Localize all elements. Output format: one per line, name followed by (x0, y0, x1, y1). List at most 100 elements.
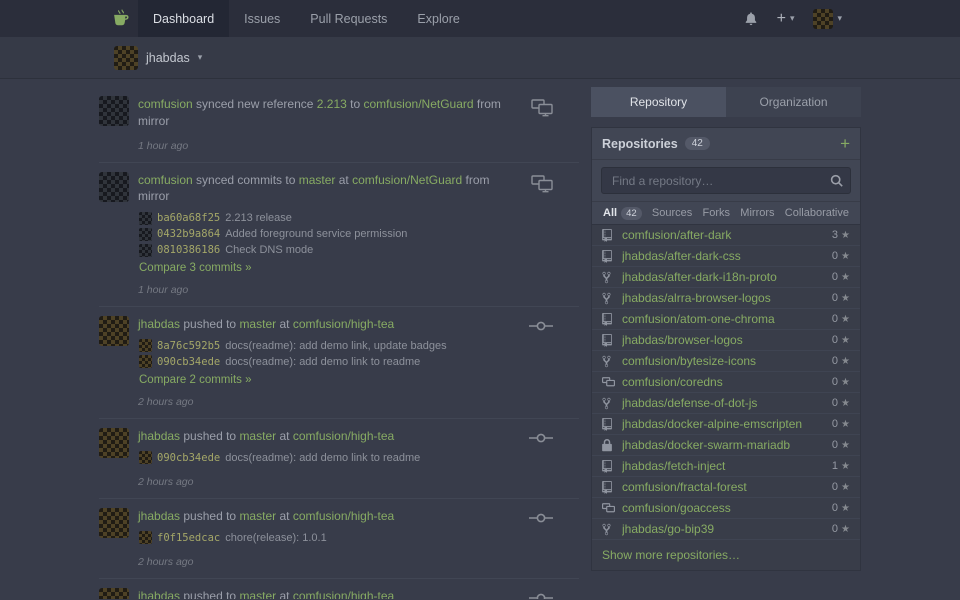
actor-link[interactable]: jhabdas (138, 429, 180, 443)
nav-item-issues[interactable]: Issues (229, 0, 295, 37)
gitea-logo-icon[interactable] (110, 0, 132, 37)
repo-row[interactable]: comfusion/coredns 0 ★ (592, 372, 860, 393)
repo-link[interactable]: comfusion/NetGuard (364, 97, 474, 111)
context-user-name[interactable]: jhabdas (146, 51, 190, 65)
commit-sha-link[interactable]: 090cb34ede (157, 356, 220, 368)
actor-link[interactable]: jhabdas (138, 589, 180, 599)
show-more-repositories-link[interactable]: Show more repositories… (592, 540, 860, 570)
compare-commits-link[interactable]: Compare 2 commits » (139, 374, 251, 386)
commit-line: 0432b9a864 Added foreground service perm… (139, 226, 523, 242)
commit-sha-link[interactable]: ba60a68f25 (157, 212, 220, 224)
repo-link[interactable]: jhabdas/go-bip39 (622, 522, 832, 536)
star-count: 0 (832, 502, 838, 514)
repo-link[interactable]: comfusion/NetGuard (352, 173, 462, 187)
tab-repository[interactable]: Repository (591, 87, 726, 117)
git-commit-icon (521, 508, 579, 568)
repo-link[interactable]: jhabdas/fetch-inject (622, 459, 832, 473)
repo-link[interactable]: comfusion/high-tea (293, 429, 394, 443)
repo-row[interactable]: jhabdas/after-dark-i18n-proto 0 ★ (592, 267, 860, 288)
repo-link[interactable]: jhabdas/after-dark-i18n-proto (622, 270, 832, 284)
repo-link[interactable]: jhabdas/after-dark-css (622, 249, 832, 263)
filter-collaborative[interactable]: Collaborative (785, 207, 849, 219)
actor-link[interactable]: jhabdas (138, 509, 180, 523)
actor-avatar (99, 316, 129, 346)
star-icon: ★ (841, 272, 850, 283)
filter-mirrors[interactable]: Mirrors (740, 207, 774, 219)
feed-item: jhabdas pushed to master at comfusion/hi… (99, 579, 579, 599)
fork-icon (602, 523, 617, 536)
repo-star-count: 0 ★ (832, 481, 850, 493)
notifications-bell-icon[interactable] (744, 11, 758, 26)
branch-link[interactable]: master (299, 173, 336, 187)
create-new-menu[interactable]: + ▾ (777, 11, 795, 27)
new-repository-button[interactable]: + (840, 135, 850, 152)
commit-sha-link[interactable]: 090cb34ede (157, 452, 220, 464)
repo-row[interactable]: jhabdas/fetch-inject 1 ★ (592, 456, 860, 477)
repo-row[interactable]: jhabdas/browser-logos 0 ★ (592, 330, 860, 351)
repo-link[interactable]: jhabdas/docker-swarm-mariadb (622, 438, 832, 452)
repo-link[interactable]: comfusion/atom-one-chroma (622, 312, 832, 326)
chevron-down-icon[interactable]: ▾ (198, 52, 203, 63)
commit-sha-link[interactable]: f0f15edcac (157, 532, 220, 544)
tab-organization[interactable]: Organization (726, 87, 861, 117)
commit-sha-link[interactable]: 0432b9a864 (157, 228, 220, 240)
repo-star-count: 0 ★ (832, 355, 850, 367)
repo-search-input[interactable] (601, 167, 851, 194)
actor-link[interactable]: comfusion (138, 97, 193, 111)
repo-link[interactable]: jhabdas/docker-alpine-emscripten (622, 417, 832, 431)
commit-message: 2.213 release (225, 212, 292, 224)
repo-link[interactable]: jhabdas/browser-logos (622, 333, 832, 347)
branch-link[interactable]: master (239, 317, 276, 331)
repo-row[interactable]: comfusion/atom-one-chroma 0 ★ (592, 309, 860, 330)
repo-link[interactable]: comfusion/goaccess (622, 501, 832, 515)
repo-row[interactable]: jhabdas/docker-swarm-mariadb 0 ★ (592, 435, 860, 456)
branch-link[interactable]: master (239, 589, 276, 599)
repo-link[interactable]: comfusion/fractal-forest (622, 480, 832, 494)
repo-link[interactable]: comfusion/bytesize-icons (622, 354, 832, 368)
filter-all[interactable]: All42 (603, 207, 642, 220)
dashboard-content: comfusion synced new reference 2.213 to … (99, 79, 861, 599)
repo-row[interactable]: comfusion/after-dark 3 ★ (592, 225, 860, 246)
branch-link[interactable]: 2.213 (317, 97, 347, 111)
star-count: 0 (832, 313, 838, 325)
repo-row[interactable]: comfusion/bytesize-icons 0 ★ (592, 351, 860, 372)
repo-link[interactable]: comfusion/high-tea (293, 509, 394, 523)
user-menu[interactable]: ▾ (813, 9, 842, 29)
repo-link[interactable]: comfusion/high-tea (293, 317, 394, 331)
actor-link[interactable]: comfusion (138, 173, 193, 187)
repo-link[interactable]: jhabdas/defense-of-dot-js (622, 396, 832, 410)
commit-message: chore(release): 1.0.1 (225, 532, 327, 544)
repo-count-badge: 42 (685, 137, 710, 150)
branch-link[interactable]: master (239, 429, 276, 443)
commit-message: Check DNS mode (225, 244, 313, 256)
repo-star-count: 0 ★ (832, 418, 850, 430)
repo-row[interactable]: comfusion/goaccess 0 ★ (592, 498, 860, 519)
feed-timestamp: 1 hour ago (138, 284, 523, 296)
repo-row[interactable]: jhabdas/defense-of-dot-js 0 ★ (592, 393, 860, 414)
commit-sha-link[interactable]: 8a76c592b5 (157, 340, 220, 352)
actor-link[interactable]: jhabdas (138, 317, 180, 331)
repo-link[interactable]: comfusion/coredns (622, 375, 832, 389)
repo-link[interactable]: jhabdas/alrra-browser-logos (622, 291, 832, 305)
repo-row[interactable]: jhabdas/alrra-browser-logos 0 ★ (592, 288, 860, 309)
repo-row[interactable]: comfusion/fractal-forest 0 ★ (592, 477, 860, 498)
nav-item-explore[interactable]: Explore (402, 0, 474, 37)
filter-forks[interactable]: Forks (703, 207, 731, 219)
nav-item-dashboard[interactable]: Dashboard (138, 0, 229, 37)
star-icon: ★ (841, 293, 850, 304)
compare-commits-link[interactable]: Compare 3 commits » (139, 262, 251, 274)
committer-avatar (139, 228, 152, 241)
filter-sources[interactable]: Sources (652, 207, 692, 219)
feed-body: jhabdas pushed to master at comfusion/hi… (138, 316, 521, 408)
star-icon: ★ (841, 356, 850, 367)
star-icon: ★ (841, 482, 850, 493)
repo-row[interactable]: jhabdas/go-bip39 0 ★ (592, 519, 860, 540)
repo-star-count: 0 ★ (832, 271, 850, 283)
repo-row[interactable]: jhabdas/docker-alpine-emscripten 0 ★ (592, 414, 860, 435)
repo-row[interactable]: jhabdas/after-dark-css 0 ★ (592, 246, 860, 267)
nav-item-pull-requests[interactable]: Pull Requests (295, 0, 402, 37)
repo-link[interactable]: comfusion/after-dark (622, 228, 832, 242)
branch-link[interactable]: master (239, 509, 276, 523)
commit-sha-link[interactable]: 0810386186 (157, 244, 220, 256)
repo-link[interactable]: comfusion/high-tea (293, 589, 394, 599)
